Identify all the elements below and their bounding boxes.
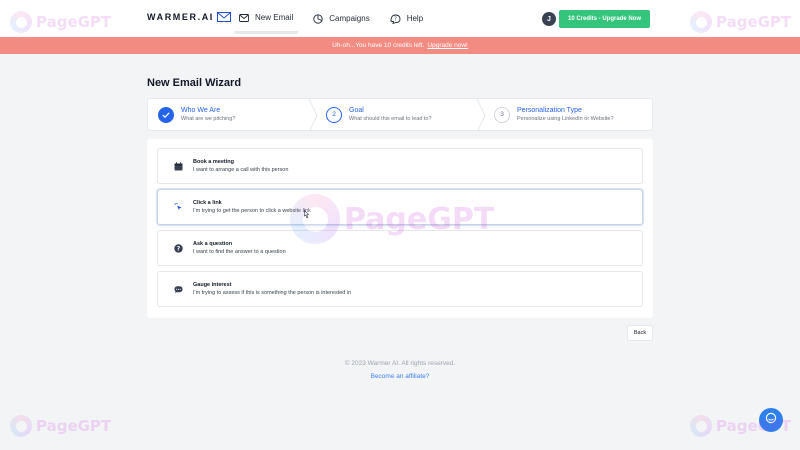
step-title: Goal <box>349 107 364 114</box>
question-icon: ? <box>174 243 183 253</box>
help-icon: ? <box>390 14 401 24</box>
option-description: I want to arrange a call with this perso… <box>193 166 289 173</box>
step-subtitle: Personalize using LinkedIn or Website? <box>517 116 614 122</box>
chat-support-icon <box>765 411 777 429</box>
mouse-cursor-icon <box>303 206 310 224</box>
nav-help-label: Help <box>406 14 424 23</box>
option-description: I'm trying to get the person to click a … <box>193 207 311 214</box>
step-personalization-type[interactable]: 3 Personalization Type Personalize using… <box>484 99 652 130</box>
back-button[interactable]: Back <box>627 325 653 341</box>
svg-text:?: ? <box>394 16 397 22</box>
upgrade-now-link[interactable]: Upgrade now! <box>427 42 467 49</box>
banner-message: Uh-oh...You have 10 credits left. <box>332 42 425 49</box>
nav-campaigns-label: Campaigns <box>329 14 370 23</box>
wizard-steps: Who We Are What are we pitching? 2 Goal … <box>147 98 653 131</box>
step-title: Who We Are <box>181 107 221 114</box>
calendar-icon <box>174 161 183 171</box>
watermark-bottom-left: PageGPT <box>10 415 111 437</box>
pagegpt-logo-icon <box>10 415 32 437</box>
pagegpt-logo-icon <box>690 415 712 437</box>
svg-text:?: ? <box>177 245 181 252</box>
option-gauge-interest[interactable]: Gauge interest I'm trying to assess if t… <box>157 271 643 307</box>
cursor-click-icon <box>174 202 183 212</box>
logo-text: WARMER.AI <box>147 12 214 22</box>
step-number: 3 <box>494 106 510 123</box>
option-click-link[interactable]: Click a link I'm trying to get the perso… <box>157 189 643 225</box>
footer-copyright: © 2023 Warmer AI. All rights reserved. <box>344 360 456 367</box>
step-subtitle: What should this email to lead to? <box>349 116 432 122</box>
user-avatar[interactable]: J <box>542 12 556 26</box>
affiliate-link[interactable]: Become an affiliate? <box>0 373 800 380</box>
nav-new-email[interactable]: New Email <box>234 4 299 32</box>
nav-new-email-label: New Email <box>255 13 294 22</box>
upgrade-credits-button[interactable]: 10 Credits - Upgrade Now <box>559 10 650 28</box>
option-title: Ask a question <box>193 240 233 247</box>
app-logo[interactable]: WARMER.AI <box>147 12 231 22</box>
option-description: I want to find the answer to a question <box>193 248 286 255</box>
step-goal[interactable]: 2 Goal What should this email to lead to… <box>316 99 486 130</box>
option-title: Click a link <box>193 199 222 206</box>
option-ask-question[interactable]: ? Ask a question I want to find the answ… <box>157 230 643 266</box>
nav-campaigns[interactable]: Campaigns <box>308 0 374 37</box>
step-subtitle: What are we pitching? <box>181 116 236 122</box>
option-book-meeting[interactable]: Book a meeting I want to arrange a call … <box>157 148 643 184</box>
option-title: Gauge interest <box>193 281 232 288</box>
option-title: Book a meeting <box>193 158 234 165</box>
step-title: Personalization Type <box>517 107 582 114</box>
step-check-icon <box>158 106 174 123</box>
step-who-we-are[interactable]: Who We Are What are we pitching? <box>148 99 318 130</box>
logo-envelope-icon <box>216 12 231 22</box>
nav-help[interactable]: ? Help <box>385 0 428 37</box>
watermark-text: PageGPT <box>36 417 112 435</box>
goal-options-panel: Book a meeting I want to arrange a call … <box>147 139 653 318</box>
envelope-icon <box>239 13 249 22</box>
support-chat-button[interactable] <box>759 408 783 432</box>
page-title: New Email Wizard <box>147 77 242 89</box>
credits-warning-banner: Uh-oh...You have 10 credits left. Upgrad… <box>0 37 800 54</box>
main-nav: New Email Campaigns ? Help <box>234 0 438 37</box>
option-description: I'm trying to assess if this is somethin… <box>193 289 352 296</box>
step-number: 2 <box>326 106 342 123</box>
top-header: WARMER.AI New Email Campaigns ? Help J 1… <box>0 0 800 37</box>
campaign-icon <box>313 13 323 24</box>
chat-bubble-icon <box>174 285 183 294</box>
